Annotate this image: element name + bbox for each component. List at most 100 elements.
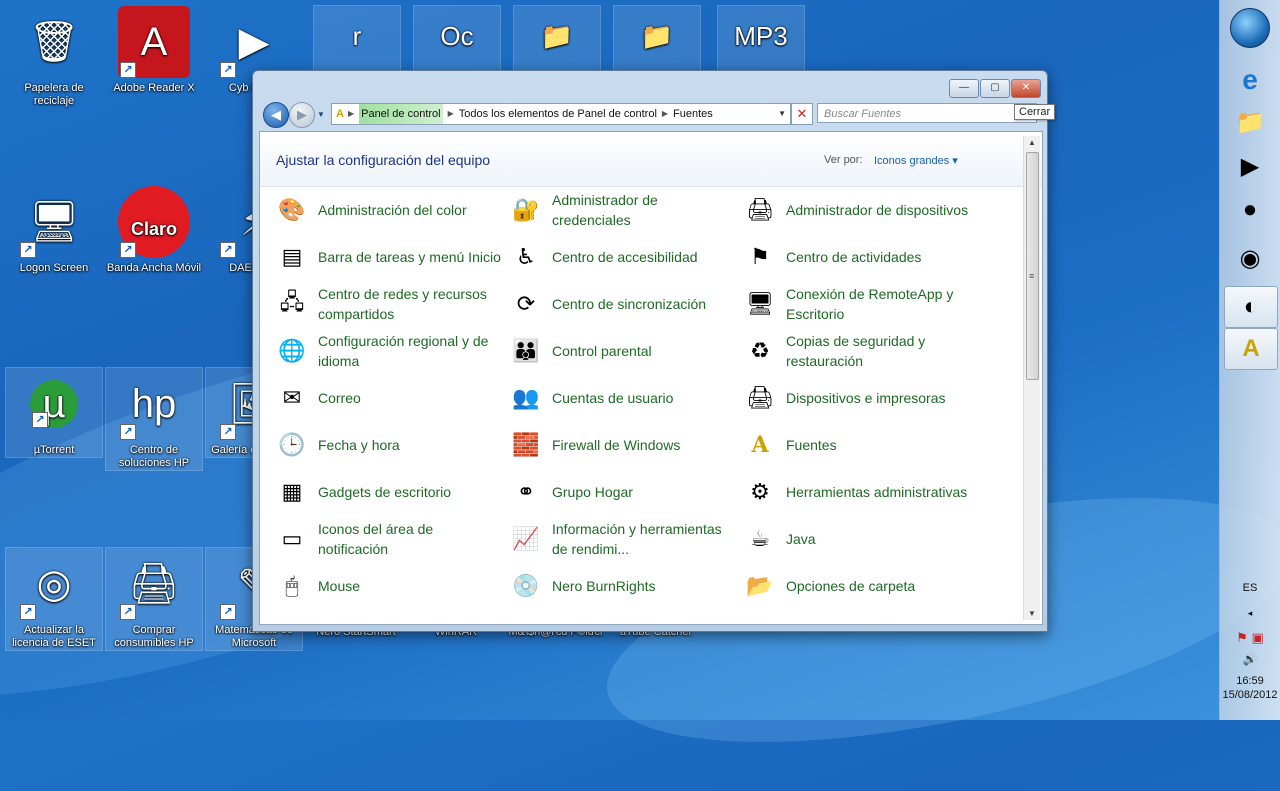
control-panel-item-label: Java <box>786 531 816 547</box>
control-panel-item[interactable]: ⚑ Centro de actividades <box>744 237 974 277</box>
explorer-icon[interactable]: 📁 <box>1224 102 1276 142</box>
desktop-icon-label: Actualizar la licencia de ESET <box>12 624 96 649</box>
desktop-icon-image: 🗑 <box>18 6 90 78</box>
control-panel-item-label: Cuentas de usuario <box>552 390 674 406</box>
control-panel-item[interactable]: 🖨 Administrador de dispositivos <box>744 190 974 230</box>
control-panel-item[interactable]: ▭ Iconos del área de notificación <box>276 519 506 559</box>
control-panel-item[interactable]: 🖧 Centro de redes y recursos compartidos <box>276 284 506 324</box>
desktop-icon[interactable]: 🗑 Papelera de reciclaje <box>6 6 102 108</box>
control-panel-item-label: Información y herramientas de rendimi... <box>552 521 722 557</box>
scroll-thumb[interactable]: ≡ <box>1026 152 1039 380</box>
desktop-icon[interactable]: Oc <box>413 5 501 71</box>
shortcut-arrow-icon: ↗ <box>220 242 236 258</box>
viewby-dropdown[interactable]: Iconos grandes ▾ <box>874 154 958 167</box>
control-panel-item[interactable]: 📂 Opciones de carpeta <box>744 566 974 606</box>
control-panel-item-label: Fecha y hora <box>318 437 400 453</box>
taskbar-glyph: A <box>1242 335 1260 362</box>
ie-icon[interactable]: e <box>1224 60 1276 100</box>
control-panel-window: — ▢ ✕ ◀ ▶ ▼ A ▶ Panel de control ▶ Todos… <box>252 70 1048 632</box>
user-accounts-icon: 👥 <box>512 385 540 410</box>
control-panel-item[interactable]: 🕒 Fecha y hora <box>276 425 506 465</box>
desktop-icon-glyph: 📁 <box>540 21 574 51</box>
control-panel-item[interactable]: ⟳ Centro de sincronización <box>510 284 740 324</box>
control-panel-item[interactable]: ▤ Barra de tareas y menú Inicio <box>276 237 506 277</box>
desktop-icon[interactable]: Claro ↗ Banda Ancha Móvil <box>106 186 202 275</box>
tray-flag-icon[interactable]: ⚑ ▣ <box>1220 630 1280 646</box>
breadcrumb-fuentes[interactable]: Fuentes <box>673 104 713 124</box>
taskbar-icon: ▤ <box>281 244 303 269</box>
mouse-icon: 🖱 <box>285 573 299 598</box>
maximize-button[interactable]: ▢ <box>980 79 1010 98</box>
control-panel-item[interactable]: ▦ Gadgets de escritorio <box>276 472 506 512</box>
media-icon[interactable]: ▶ <box>1224 146 1276 186</box>
control-panel-item[interactable]: ♻ Copias de seguridad y restauración <box>744 331 974 371</box>
history-dropdown-icon[interactable]: ▼ <box>317 110 325 119</box>
control-panel-item[interactable]: ♿ Centro de accesibilidad <box>510 237 740 277</box>
close-button[interactable]: ✕ <box>1011 79 1041 98</box>
control-panel-item[interactable]: ⚙ Herramientas administrativas <box>744 472 974 512</box>
clock-time[interactable]: 16:59 <box>1220 675 1280 687</box>
control-panel-item-label: Nero BurnRights <box>552 578 656 594</box>
desktop-icon-label: Logon Screen <box>19 262 89 274</box>
desktop-icon-image: µ ↗ <box>30 380 78 428</box>
control-panel-item[interactable]: 🧱 Firewall de Windows <box>510 425 740 465</box>
control-panel-item-label: Centro de sincronización <box>552 296 707 312</box>
control-panel-item[interactable]: 🖨 Dispositivos e impresoras <box>744 378 974 418</box>
desktop-icon[interactable]: r <box>313 5 401 71</box>
control-panel-item[interactable]: ⚭ Grupo Hogar <box>510 472 740 512</box>
scroll-up-icon[interactable]: ▲ <box>1028 138 1036 147</box>
control-panel-item[interactable]: ✉ Correo <box>276 378 506 418</box>
mail-icon: ✉ <box>282 385 302 410</box>
desktop-icon[interactable]: 📁 <box>613 5 701 71</box>
control-panel-item[interactable]: 🌐 Configuración regional y de idioma <box>276 331 506 371</box>
fonts-window-icon[interactable]: A <box>1224 328 1278 370</box>
desktop-icon[interactable]: ◎ ↗ Actualizar la licencia de ESET <box>5 547 103 651</box>
control-panel-item-label: Herramientas administrativas <box>786 484 968 500</box>
forward-button[interactable]: ▶ <box>289 102 315 128</box>
desktop-icon-glyph: A <box>140 20 168 64</box>
app-icon-3[interactable]: ◐ <box>1224 286 1278 328</box>
vertical-scrollbar[interactable]: ▲ ≡ ▼ <box>1023 136 1040 620</box>
desktop-icon[interactable]: A ↗ Adobe Reader X <box>106 6 202 95</box>
show-hidden-icons[interactable]: ◂ <box>1220 608 1280 619</box>
control-panel-item[interactable]: A Fuentes <box>744 425 974 465</box>
network-icon: 🖧 <box>279 289 305 314</box>
back-button[interactable]: ◀ <box>263 102 289 128</box>
control-panel-item[interactable]: 🎨 Administración del color <box>276 190 506 230</box>
control-panel-item[interactable]: ☕ Java <box>744 519 974 559</box>
clock-date[interactable]: 15/08/2012 <box>1220 689 1280 701</box>
scroll-down-icon[interactable]: ▼ <box>1028 609 1036 618</box>
minimize-button[interactable]: — <box>949 79 979 98</box>
shortcut-arrow-icon: ↗ <box>120 62 136 78</box>
control-panel-item[interactable]: 🖥 Conexión de RemoteApp y Escritorio <box>744 284 974 324</box>
search-input[interactable]: Buscar Fuentes <box>817 103 1037 123</box>
taskbar-glyph: e <box>1242 64 1258 95</box>
desktop-icon[interactable]: 🖥 ↗ Logon Screen <box>6 186 102 275</box>
control-panel-item[interactable]: 👥 Cuentas de usuario <box>510 378 740 418</box>
volume-icon[interactable]: 🔊 <box>1220 652 1280 666</box>
shortcut-arrow-icon: ↗ <box>120 604 136 620</box>
start-button[interactable] <box>1230 8 1270 48</box>
nero-icon: 💿 <box>512 573 540 598</box>
desktop-icon[interactable]: 📁 <box>513 5 601 71</box>
breadcrumb-panel-de-control[interactable]: Panel de control <box>359 104 443 124</box>
address-bar[interactable]: A ▶ Panel de control ▶ Todos los element… <box>331 103 791 125</box>
stop-button[interactable]: ✕ <box>791 103 813 125</box>
control-panel-item[interactable]: 💿 Nero BurnRights <box>510 566 740 606</box>
backup-icon: ♻ <box>750 338 770 363</box>
desktop-icon[interactable]: MP3 <box>717 5 805 71</box>
desktop-icon-image: ◎ ↗ <box>18 548 90 620</box>
desktop-icon[interactable]: 🖨 ↗ Comprar consumibles HP <box>105 547 203 651</box>
app-icon-1[interactable]: ● <box>1224 190 1276 230</box>
breadcrumb-todos-los-elementos[interactable]: Todos los elementos de Panel de control <box>459 104 657 124</box>
control-panel-item[interactable]: 🔐 Administrador de credenciales <box>510 190 740 230</box>
control-panel-item[interactable]: 🖱 Mouse <box>276 566 506 606</box>
control-panel-item[interactable]: 📈 Información y herramientas de rendimi..… <box>510 519 740 559</box>
desktop-icon[interactable]: µ ↗ µTorrent <box>5 367 103 458</box>
control-panel-item[interactable]: 👪 Control parental <box>510 331 740 371</box>
taskbar-glyph: ● <box>1242 196 1258 223</box>
language-indicator[interactable]: ES <box>1220 582 1280 594</box>
app-icon-2[interactable]: ◉ <box>1224 238 1276 278</box>
desktop-icon[interactable]: hp ↗ Centro de soluciones HP <box>105 367 203 471</box>
address-dropdown-icon[interactable]: ▼ <box>778 104 786 124</box>
